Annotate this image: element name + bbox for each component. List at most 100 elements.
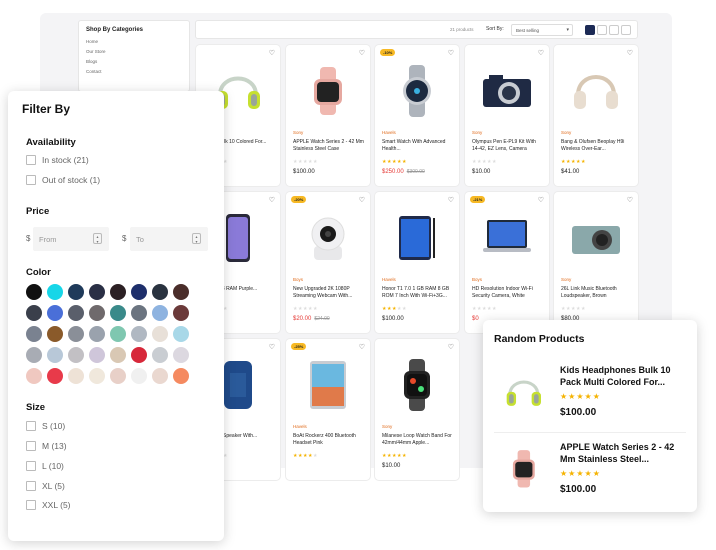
category-contact[interactable]: Contact xyxy=(86,69,182,74)
wishlist-heart-icon[interactable]: ♡ xyxy=(627,196,633,204)
wishlist-heart-icon[interactable]: ♡ xyxy=(448,196,454,204)
product-name[interactable]: HD Resolution Indoor Wi-Fi Security Came… xyxy=(472,286,544,300)
in-stock-checkbox[interactable]: In stock (21) xyxy=(26,155,89,165)
color-swatch[interactable] xyxy=(68,305,84,321)
size-xxl-checkbox[interactable]: XXL (5) xyxy=(26,500,71,510)
product-image[interactable] xyxy=(564,206,628,270)
stepper-icon[interactable]: ▴ ▾ xyxy=(93,233,102,244)
wishlist-heart-icon[interactable]: ♡ xyxy=(269,343,275,351)
product-name[interactable]: Milanese Loop Watch Band For 42mm/44mm A… xyxy=(382,433,454,447)
product-card[interactable]: ♡ -21% Boys HD Resolution Indoor Wi-Fi Secu… xyxy=(465,192,549,333)
product-name[interactable]: BoAt Rockerz 400 Bluetooth Headset Pink xyxy=(293,433,365,447)
product-card[interactable]: ♡ -20% Boys New Upgraded 2K 1080P Streaming… xyxy=(286,192,370,333)
color-swatch[interactable] xyxy=(152,368,168,384)
grid-4-view-icon[interactable] xyxy=(585,25,595,35)
product-card[interactable]: ♡ Havels Honor T1 7.0 1 GB RAM 8 GB ROM 7 … xyxy=(375,192,459,333)
product-name[interactable]: 26L Link Music Bluetooth Loudspeaker, Br… xyxy=(561,286,633,300)
color-swatch[interactable] xyxy=(68,326,84,342)
product-card[interactable]: ♡ Sony Milanese Loop Watch Band For 42mm/4… xyxy=(375,339,459,480)
size-s-checkbox[interactable]: S (10) xyxy=(26,421,65,431)
color-swatch[interactable] xyxy=(131,368,147,384)
color-swatch[interactable] xyxy=(47,326,63,342)
product-image[interactable] xyxy=(296,353,360,417)
color-swatch[interactable] xyxy=(131,284,147,300)
product-name[interactable]: Bang & Olufsen Beoplay H9i Wireless Over… xyxy=(561,139,633,153)
product-card[interactable]: ♡ Sony Olympus Pen E-PL9 Kit With 14-42, E… xyxy=(465,45,549,186)
product-card[interactable]: ♡ -10% Havels Smart Watch With Advanced Hea… xyxy=(375,45,459,186)
product-image[interactable] xyxy=(296,59,360,123)
product-image[interactable] xyxy=(475,206,539,270)
color-swatch[interactable] xyxy=(110,305,126,321)
wishlist-heart-icon[interactable]: ♡ xyxy=(359,196,365,204)
color-swatch[interactable] xyxy=(26,305,42,321)
color-swatch[interactable] xyxy=(89,284,105,300)
random-product-name[interactable]: Kids Headphones Bulk 10 Pack Multi Color… xyxy=(560,364,684,388)
checkbox-box[interactable] xyxy=(26,461,36,471)
checkbox-box[interactable] xyxy=(26,155,36,165)
grid-2-view-icon[interactable] xyxy=(609,25,619,35)
product-image[interactable] xyxy=(385,59,449,123)
wishlist-heart-icon[interactable]: ♡ xyxy=(538,196,544,204)
sort-select[interactable]: Best selling xyxy=(511,24,573,36)
color-swatch[interactable] xyxy=(26,284,42,300)
checkbox-box[interactable] xyxy=(26,441,36,451)
wishlist-heart-icon[interactable]: ♡ xyxy=(359,49,365,57)
product-image[interactable] xyxy=(296,206,360,270)
stepper-icon[interactable]: ▴ ▾ xyxy=(192,233,201,244)
list-view-icon[interactable] xyxy=(621,25,631,35)
random-product-item[interactable]: Kids Headphones Bulk 10 Pack Multi Color… xyxy=(494,364,688,424)
size-xl-checkbox[interactable]: XL (5) xyxy=(26,481,65,491)
color-swatch[interactable] xyxy=(173,347,189,363)
color-swatch[interactable] xyxy=(68,347,84,363)
product-card[interactable]: ♡ Sony Bang & Olufsen Beoplay H9i Wireless… xyxy=(554,45,638,186)
wishlist-heart-icon[interactable]: ♡ xyxy=(269,196,275,204)
color-swatch[interactable] xyxy=(68,284,84,300)
checkbox-box[interactable] xyxy=(26,421,36,431)
color-swatch[interactable] xyxy=(152,305,168,321)
category-home[interactable]: Home xyxy=(86,39,182,44)
color-swatch[interactable] xyxy=(173,326,189,342)
wishlist-heart-icon[interactable]: ♡ xyxy=(538,49,544,57)
color-swatch[interactable] xyxy=(173,305,189,321)
wishlist-heart-icon[interactable]: ♡ xyxy=(269,49,275,57)
category-blogs[interactable]: Blogs xyxy=(86,59,182,64)
color-swatch[interactable] xyxy=(26,326,42,342)
color-swatch[interactable] xyxy=(89,326,105,342)
category-our-store[interactable]: Our Store xyxy=(86,49,182,54)
product-card[interactable]: ♡ -25% Havels BoAt Rockerz 400 Bluetooth He… xyxy=(286,339,370,480)
product-name[interactable]: Smart Watch With Advanced Health... xyxy=(382,139,454,153)
color-swatch[interactable] xyxy=(152,284,168,300)
color-swatch[interactable] xyxy=(152,347,168,363)
product-name[interactable]: Olympus Pen E-PL9 Kit With 14-42, EZ Len… xyxy=(472,139,544,153)
color-swatch[interactable] xyxy=(47,284,63,300)
color-swatch[interactable] xyxy=(26,347,42,363)
color-swatch[interactable] xyxy=(68,368,84,384)
color-swatch[interactable] xyxy=(89,305,105,321)
color-swatch[interactable] xyxy=(131,305,147,321)
color-swatch[interactable] xyxy=(26,368,42,384)
wishlist-heart-icon[interactable]: ♡ xyxy=(359,343,365,351)
product-image[interactable] xyxy=(385,206,449,270)
color-swatch[interactable] xyxy=(110,284,126,300)
color-swatch[interactable] xyxy=(47,305,63,321)
product-card[interactable]: ♡ Sony 26L Link Music Bluetooth Loudspeake… xyxy=(554,192,638,333)
random-product-item[interactable]: APPLE Watch Series 2 - 42 Mm Stainless S… xyxy=(494,441,688,501)
size-l-checkbox[interactable]: L (10) xyxy=(26,461,64,471)
wishlist-heart-icon[interactable]: ♡ xyxy=(448,49,454,57)
color-swatch[interactable] xyxy=(173,284,189,300)
color-swatch[interactable] xyxy=(131,347,147,363)
product-card[interactable]: ♡ Sony APPLE Watch Series 2 - 42 Mm Stainl… xyxy=(286,45,370,186)
color-swatch[interactable] xyxy=(47,347,63,363)
checkbox-box[interactable] xyxy=(26,481,36,491)
product-name[interactable]: APPLE Watch Series 2 - 42 Mm Stainless S… xyxy=(293,139,365,153)
out-of-stock-checkbox[interactable]: Out of stock (1) xyxy=(26,175,100,185)
color-swatch[interactable] xyxy=(173,368,189,384)
wishlist-heart-icon[interactable]: ♡ xyxy=(448,343,454,351)
product-name[interactable]: Honor T1 7.0 1 GB RAM 8 GB ROM 7 Inch Wi… xyxy=(382,286,454,300)
color-swatch[interactable] xyxy=(110,368,126,384)
color-swatch[interactable] xyxy=(152,326,168,342)
grid-3-view-icon[interactable] xyxy=(597,25,607,35)
color-swatch[interactable] xyxy=(89,368,105,384)
color-swatch[interactable] xyxy=(47,368,63,384)
product-image[interactable] xyxy=(385,353,449,417)
